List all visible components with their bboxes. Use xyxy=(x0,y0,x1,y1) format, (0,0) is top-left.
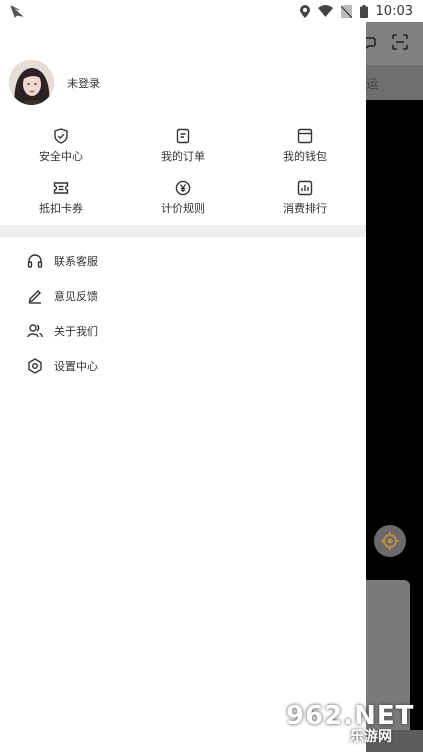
locate-button[interactable] xyxy=(374,525,406,557)
grid-item-pricing-rules[interactable]: 计价规则 xyxy=(122,178,244,230)
background-tab-label: 运 xyxy=(366,77,379,91)
app-logo-icon xyxy=(10,5,24,18)
drawer-menu: 联系客服 意见反馈 关于我们 设置中心 xyxy=(0,243,366,383)
status-time: 10:03 xyxy=(375,3,413,19)
people-icon xyxy=(27,323,43,337)
pencil-icon xyxy=(28,289,41,304)
wifi-icon xyxy=(317,5,333,17)
watermark-top-text: 962.NET xyxy=(286,701,415,731)
grid-item-label: 计价规则 xyxy=(161,202,205,215)
section-divider xyxy=(0,225,366,237)
status-bar: 10:03 xyxy=(0,0,423,22)
menu-item-contact-support[interactable]: 联系客服 xyxy=(0,243,366,278)
avatar-image xyxy=(9,60,54,105)
watermark-bottom-text: 乐游网 xyxy=(350,729,392,745)
grid-item-my-wallet[interactable]: 我的钱包 xyxy=(244,126,366,178)
grid-item-security-center[interactable]: 安全中心 xyxy=(0,126,122,178)
grid-item-label: 消费排行 xyxy=(283,202,327,215)
grid-item-spending-ranking[interactable]: 消费排行 xyxy=(244,178,366,230)
scan-icon[interactable] xyxy=(392,34,408,50)
site-watermark: 962.NET 乐游网 xyxy=(286,703,418,747)
order-icon xyxy=(176,128,190,144)
avatar[interactable] xyxy=(9,60,54,105)
feature-grid-row: 安全中心 我的订单 我的钱包 xyxy=(0,126,366,178)
grid-item-coupons[interactable]: 抵扣卡券 xyxy=(0,178,122,230)
battery-icon xyxy=(359,4,368,18)
login-status-label[interactable]: 未登录 xyxy=(67,75,100,91)
grid-item-my-orders[interactable]: 我的订单 xyxy=(122,126,244,178)
coupon-icon xyxy=(53,182,69,194)
background-tab[interactable]: 运 xyxy=(366,65,423,100)
menu-item-label: 联系客服 xyxy=(54,254,98,268)
shield-icon xyxy=(54,128,68,144)
yuan-icon xyxy=(175,180,191,196)
grid-item-label: 我的订单 xyxy=(161,150,205,163)
menu-item-feedback[interactable]: 意见反馈 xyxy=(0,278,366,313)
grid-item-label: 安全中心 xyxy=(39,150,83,163)
headset-icon xyxy=(27,253,43,268)
settings-icon xyxy=(28,357,42,374)
locate-icon xyxy=(381,532,399,550)
ranking-icon xyxy=(297,180,313,196)
wallet-icon xyxy=(297,128,313,144)
no-sim-icon xyxy=(340,4,352,18)
feature-grid-row: 抵扣卡券 计价规则 消费排行 xyxy=(0,178,366,230)
menu-item-settings-center[interactable]: 设置中心 xyxy=(0,348,366,383)
location-icon xyxy=(299,4,310,18)
side-drawer: 未登录 安全中心 我的订单 我的钱包 抵扣卡券 计价规则 消费排行 联系客服 意… xyxy=(0,22,366,752)
menu-item-label: 意见反馈 xyxy=(54,289,98,303)
menu-item-about-us[interactable]: 关于我们 xyxy=(0,313,366,348)
menu-item-label: 设置中心 xyxy=(54,359,98,373)
profile-section[interactable]: 未登录 xyxy=(9,60,100,105)
feature-grid: 安全中心 我的订单 我的钱包 抵扣卡券 计价规则 消费排行 xyxy=(0,126,366,230)
grid-item-label: 我的钱包 xyxy=(283,150,327,163)
menu-item-label: 关于我们 xyxy=(54,324,98,338)
grid-item-label: 抵扣卡券 xyxy=(39,202,83,215)
